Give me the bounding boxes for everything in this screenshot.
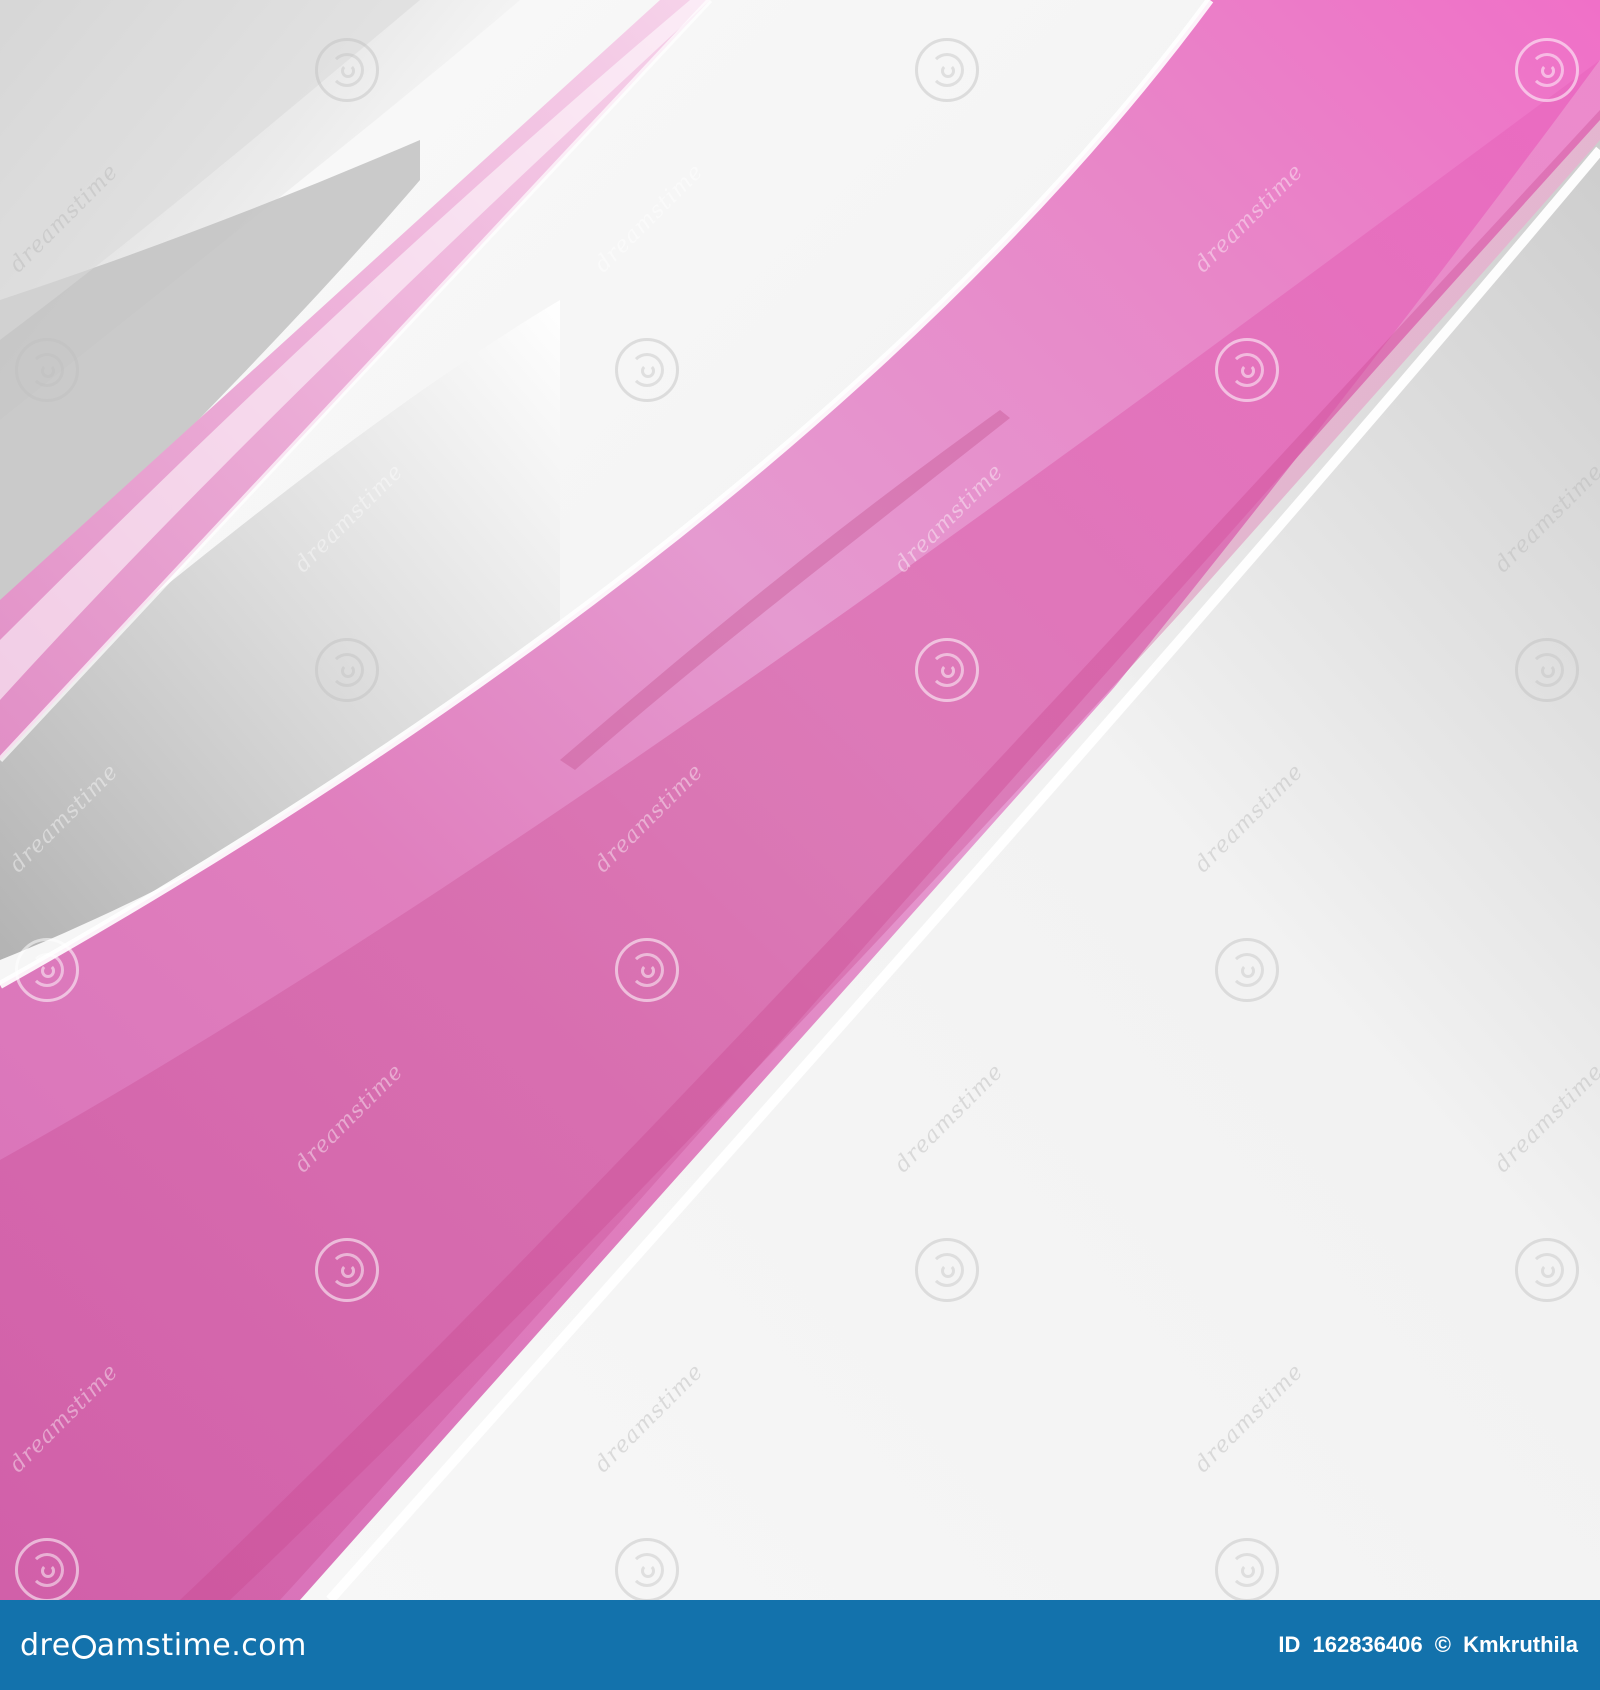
author-name[interactable]: Kmkruthila — [1463, 1632, 1578, 1657]
brand-suffix: amstime.com — [96, 1627, 307, 1663]
image-id: 162836406 — [1312, 1632, 1423, 1657]
abstract-diagonal-background — [0, 0, 1600, 1600]
attribution-footer: dre amstime.com ID 162836406 © Kmkruthila — [0, 1600, 1600, 1690]
brand-prefix: dre — [20, 1627, 71, 1663]
copyright-symbol: © — [1434, 1632, 1451, 1657]
id-label: ID — [1278, 1632, 1301, 1657]
stock-image-frame: dreamstime dreamstime dreamstime dreamst… — [0, 0, 1600, 1690]
image-credit: ID 162836406 © Kmkruthila — [1272, 1632, 1578, 1658]
logo-swirl-icon — [71, 1635, 96, 1659]
dreamstime-logo[interactable]: dre amstime.com — [20, 1628, 307, 1663]
